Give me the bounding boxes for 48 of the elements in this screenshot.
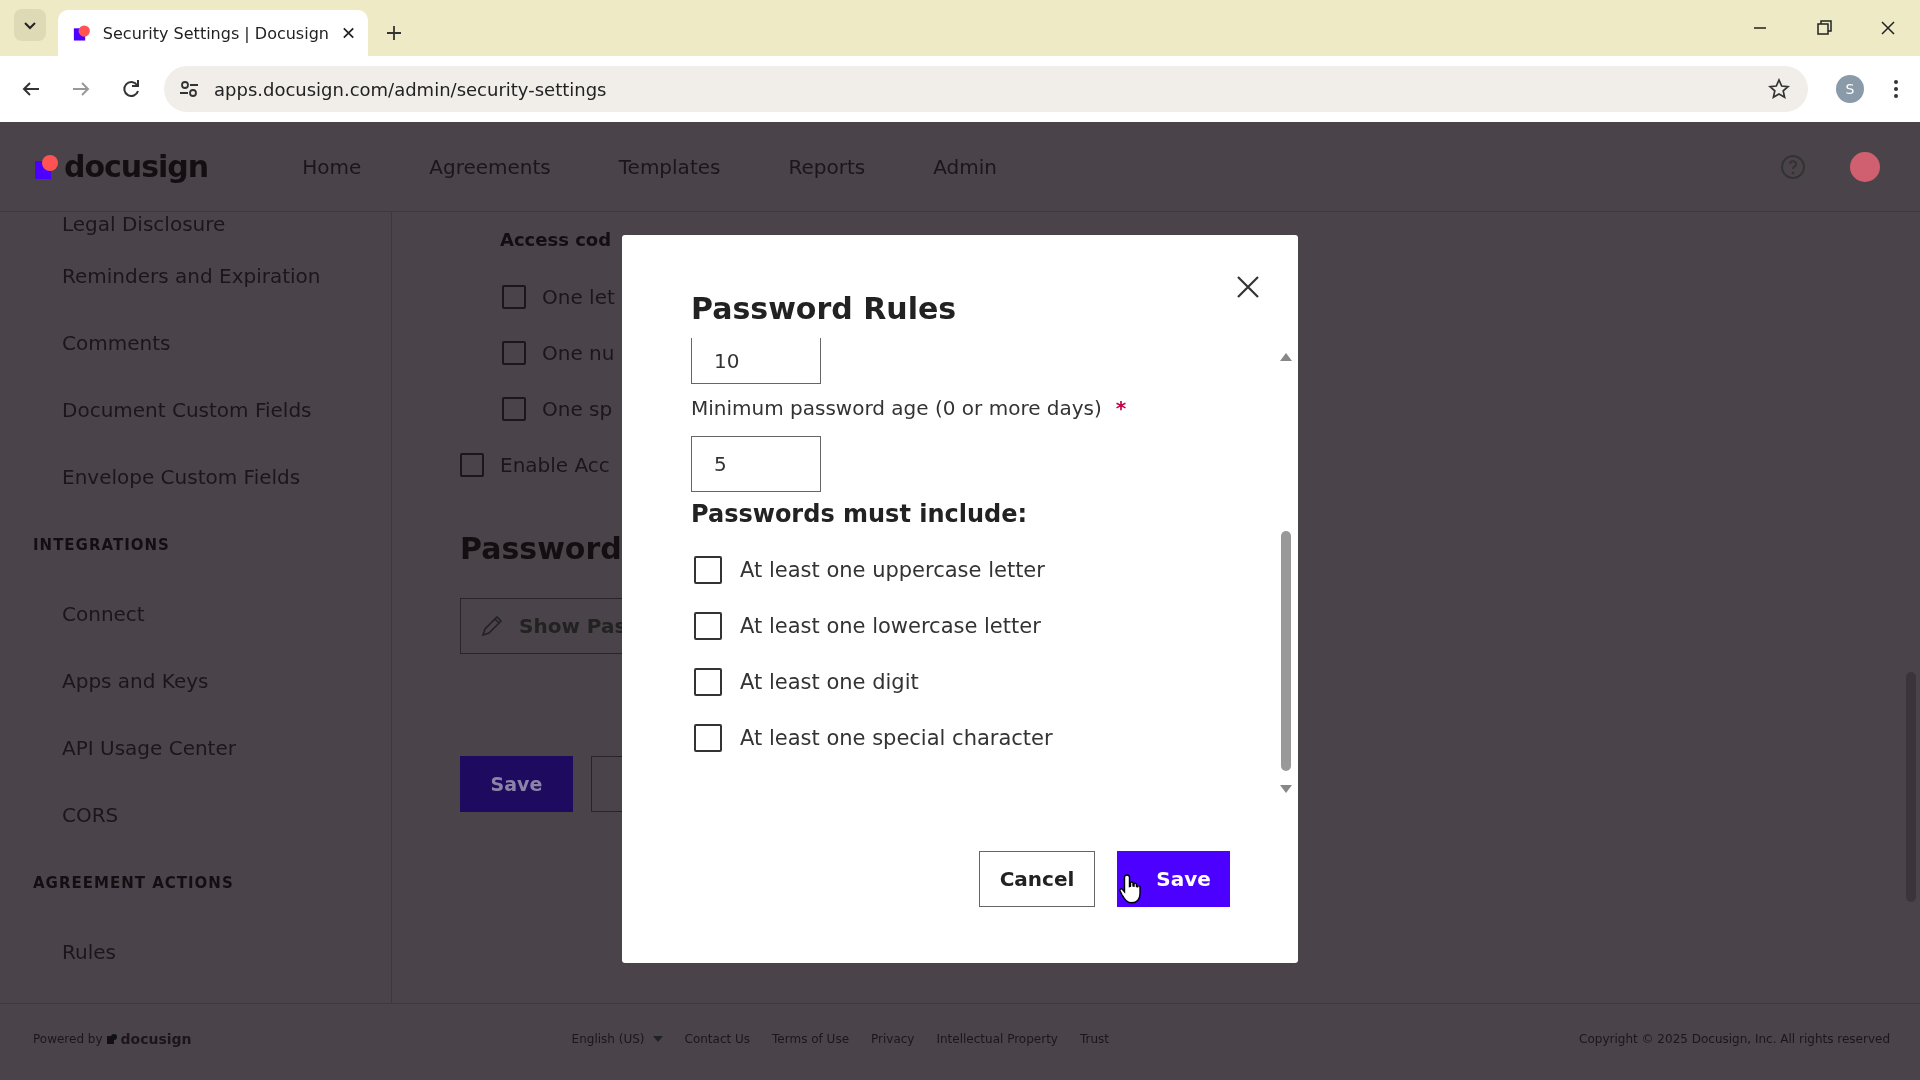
checkbox[interactable] — [694, 556, 722, 584]
dialog-title: Password Rules — [691, 291, 958, 326]
checkbox-label: At least one uppercase letter — [740, 558, 1045, 582]
section-heading: Passwords must include: — [691, 500, 1029, 528]
scroll-up-icon[interactable] — [1280, 353, 1292, 361]
checkbox[interactable] — [502, 341, 526, 365]
profile-avatar[interactable]: S — [1836, 75, 1864, 103]
scrollbar-thumb[interactable] — [1281, 531, 1291, 771]
close-icon[interactable] — [1236, 275, 1260, 299]
restore-icon[interactable] — [1814, 18, 1834, 38]
address-bar[interactable]: apps.docusign.com/admin/security-settings — [164, 66, 1808, 112]
required-mark: * — [1115, 396, 1127, 420]
url-text: apps.docusign.com/admin/security-settings — [214, 78, 607, 100]
plus-icon[interactable] — [384, 23, 404, 43]
section-title: Password — [460, 531, 623, 566]
field-label: Minimum password age (0 or more days) — [691, 396, 1102, 420]
site-settings-icon[interactable] — [178, 78, 200, 100]
user-avatar[interactable] — [1850, 151, 1880, 182]
logo-text[interactable]: docusign — [64, 149, 209, 184]
browser-tab[interactable]: Security Settings | Docusign — [58, 10, 368, 56]
checkbox[interactable] — [502, 397, 526, 421]
save-button[interactable]: Save — [1117, 851, 1230, 907]
checkbox-label: At least one digit — [740, 670, 919, 694]
section-label: Access cod — [500, 229, 613, 252]
caret-down-icon — [652, 1036, 663, 1042]
cancel-button[interactable]: Cancel — [979, 851, 1095, 907]
docusign-logo-icon — [106, 1034, 117, 1044]
sidebar-heading: AGREEMENT ACTIONS — [33, 873, 235, 894]
reload-icon[interactable] — [120, 78, 142, 100]
input-field[interactable]: 10 — [691, 338, 821, 384]
checkbox-label: At least one special character — [740, 726, 1053, 750]
scroll-down-icon[interactable] — [1280, 785, 1292, 793]
tab-title: Security Settings | Docusign — [102, 23, 329, 43]
more-menu-icon[interactable] — [1892, 78, 1900, 100]
checkbox-label: At least one lowercase letter — [740, 614, 1041, 638]
input-field[interactable]: 5 — [691, 436, 821, 492]
checkbox[interactable] — [694, 724, 722, 752]
save-button[interactable]: Save — [460, 756, 573, 812]
chevron-down-icon[interactable] — [14, 9, 46, 41]
checkbox[interactable] — [502, 285, 526, 309]
star-icon[interactable] — [1768, 78, 1790, 100]
sidebar-heading: INTEGRATIONS — [33, 535, 171, 556]
checkbox[interactable] — [694, 612, 722, 640]
checkbox[interactable] — [694, 668, 722, 696]
pencil-icon — [479, 613, 505, 639]
docusign-logo-icon[interactable] — [34, 153, 60, 180]
checkbox[interactable] — [460, 453, 484, 477]
docusign-favicon-icon — [72, 23, 91, 43]
